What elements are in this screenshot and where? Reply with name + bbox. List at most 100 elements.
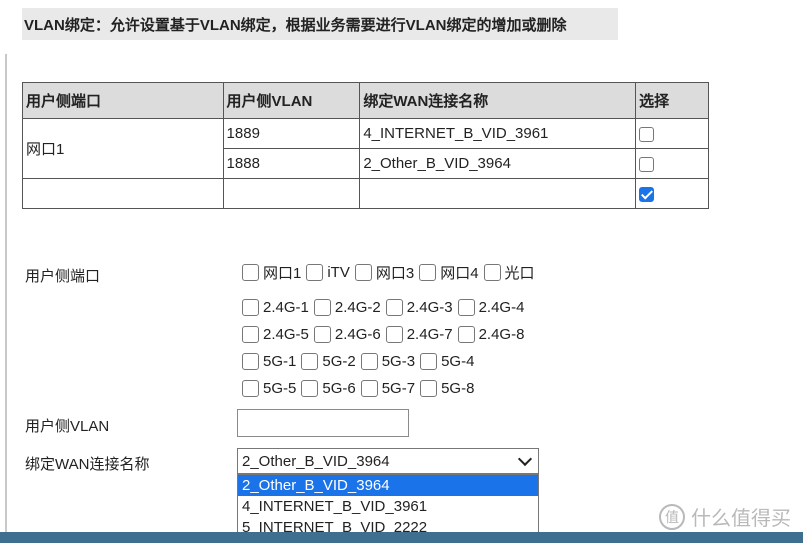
port-option-checkbox[interactable] bbox=[420, 380, 438, 397]
port-option[interactable]: 5G-7 bbox=[360, 380, 416, 397]
vlan-input[interactable] bbox=[237, 409, 409, 437]
column-header-wan: 绑定WAN连接名称 bbox=[359, 82, 637, 119]
vlan-label: 用户侧VLAN bbox=[25, 418, 110, 435]
port-option-label: 2.4G-5 bbox=[263, 326, 309, 343]
port-option-label: 5G-8 bbox=[441, 380, 475, 397]
port-option-row: 2.4G-1 2.4G-2 2.4G-3 2.4G-4 bbox=[242, 299, 529, 316]
vlan-binding-table: 用户侧端口 用户侧VLAN 绑定WAN连接名称 选择 网口1 1889 4_IN… bbox=[22, 82, 709, 209]
port-option-checkbox[interactable] bbox=[242, 353, 259, 370]
port-option-checkbox[interactable] bbox=[242, 326, 259, 343]
port-option-label: 2.4G-2 bbox=[334, 299, 381, 316]
port-option-label: 2.4G-1 bbox=[263, 299, 309, 316]
port-option[interactable]: 5G-1 bbox=[242, 353, 296, 370]
port-option-checkbox[interactable] bbox=[301, 353, 319, 370]
port-option[interactable]: 2.4G-6 bbox=[313, 326, 381, 343]
port-option-label: 5G-5 bbox=[263, 380, 297, 397]
cell-select bbox=[635, 178, 709, 209]
bottom-bar bbox=[0, 532, 803, 543]
port-option[interactable]: 5G-6 bbox=[301, 380, 356, 397]
cell-wan: 2_Other_B_VID_3964 bbox=[359, 148, 637, 179]
port-option[interactable]: 5G-8 bbox=[420, 380, 474, 397]
port-option-checkbox[interactable] bbox=[420, 353, 438, 370]
watermark-text: 什么值得买 bbox=[691, 506, 791, 530]
watermark: 值 什么值得买 bbox=[659, 502, 791, 531]
table-row bbox=[22, 178, 709, 209]
port-option-row: 5G-5 5G-6 5G-7 5G-8 bbox=[242, 380, 479, 397]
cell-vlan: 1889 bbox=[222, 118, 361, 149]
port-option[interactable]: 网口1 bbox=[242, 262, 301, 283]
port-option-label: 光口 bbox=[504, 265, 535, 282]
cell-wan bbox=[359, 178, 637, 209]
port-option-label: 网口3 bbox=[375, 265, 415, 282]
port-option[interactable]: 2.4G-5 bbox=[242, 326, 309, 343]
dropdown-option[interactable]: 2_Other_B_VID_3964 bbox=[238, 475, 538, 496]
port-option-label: 网口1 bbox=[263, 265, 302, 282]
wan-label: 绑定WAN连接名称 bbox=[25, 456, 150, 473]
wan-select-value: 2_Other_B_VID_3964 bbox=[242, 452, 390, 470]
port-option-checkbox[interactable] bbox=[354, 264, 372, 281]
port-option-label: 5G-4 bbox=[441, 353, 475, 370]
port-option-label: 网口4 bbox=[440, 265, 479, 282]
port-option-label: 5G-1 bbox=[263, 353, 297, 370]
port-option-checkbox[interactable] bbox=[313, 326, 331, 343]
row-select-checkbox[interactable] bbox=[639, 126, 655, 142]
port-option[interactable]: 2.4G-7 bbox=[385, 326, 453, 343]
port-option-checkbox[interactable] bbox=[457, 299, 475, 316]
dropdown-option[interactable]: 4_INTERNET_B_VID_3961 bbox=[238, 496, 538, 517]
page-header: VLAN绑定：允许设置基于VLAN绑定，根据业务需要进行VLAN绑定的增加或删除 bbox=[22, 8, 618, 40]
cell-vlan bbox=[222, 178, 361, 209]
row-select-checkbox[interactable] bbox=[639, 186, 655, 202]
cell-vlan: 1888 bbox=[222, 148, 361, 179]
watermark-logo-icon: 值 bbox=[659, 503, 685, 530]
port-option[interactable]: 2.4G-3 bbox=[385, 299, 453, 316]
cell-port bbox=[22, 178, 224, 209]
row-select-checkbox[interactable] bbox=[639, 156, 655, 172]
port-option-label: 2.4G-3 bbox=[406, 299, 453, 316]
port-option-label: 5G-6 bbox=[322, 380, 356, 397]
page-title: VLAN绑定：允许设置基于VLAN绑定，根据业务需要进行VLAN绑定的增加或删除 bbox=[24, 16, 567, 34]
cell-select bbox=[635, 148, 709, 179]
cell-select bbox=[635, 118, 709, 149]
port-option[interactable]: 网口4 bbox=[419, 262, 479, 283]
port-option-checkbox[interactable] bbox=[313, 299, 331, 316]
port-option-label: 5G-7 bbox=[381, 380, 416, 397]
port-option-checkbox[interactable] bbox=[242, 380, 259, 397]
port-option[interactable]: 5G-5 bbox=[242, 380, 296, 397]
port-option[interactable]: iTV bbox=[306, 264, 350, 281]
port-option-checkbox[interactable] bbox=[242, 299, 259, 316]
port-option-row: 2.4G-5 2.4G-6 2.4G-7 2.4G-8 bbox=[242, 326, 529, 343]
port-option-checkbox[interactable] bbox=[301, 380, 319, 397]
port-option[interactable]: 5G-2 bbox=[301, 353, 356, 370]
wan-select[interactable]: 2_Other_B_VID_3964 bbox=[237, 448, 539, 474]
port-option-label: 2.4G-8 bbox=[478, 326, 525, 343]
port-option-checkbox[interactable] bbox=[385, 326, 403, 343]
port-option-checkbox[interactable] bbox=[483, 264, 501, 281]
table-row: 网口1 1889 4_INTERNET_B_VID_3961 bbox=[22, 118, 709, 179]
port-option-checkbox[interactable] bbox=[457, 326, 475, 343]
port-option-checkbox[interactable] bbox=[360, 353, 378, 370]
port-option[interactable]: 网口3 bbox=[354, 262, 415, 283]
column-header-port: 用户侧端口 bbox=[22, 82, 224, 119]
port-option-checkbox[interactable] bbox=[385, 299, 403, 316]
port-option-row: 5G-1 5G-2 5G-3 5G-4 bbox=[242, 353, 479, 370]
port-option-label: iTV bbox=[327, 264, 350, 281]
port-option[interactable]: 光口 bbox=[483, 262, 535, 283]
port-option-label: 2.4G-7 bbox=[406, 326, 453, 343]
chevron-down-icon bbox=[517, 451, 533, 467]
cell-wan: 4_INTERNET_B_VID_3961 bbox=[359, 118, 637, 149]
port-option[interactable]: 2.4G-2 bbox=[313, 299, 381, 316]
port-option[interactable]: 5G-4 bbox=[420, 353, 474, 370]
left-divider bbox=[5, 54, 7, 543]
port-option-checkbox[interactable] bbox=[306, 264, 324, 281]
port-option-checkbox[interactable] bbox=[242, 264, 259, 281]
port-option[interactable]: 5G-3 bbox=[360, 353, 415, 370]
port-label: 用户侧端口 bbox=[25, 268, 101, 285]
column-header-select: 选择 bbox=[635, 82, 709, 119]
port-option-checkbox[interactable] bbox=[419, 264, 437, 281]
port-option[interactable]: 2.4G-1 bbox=[242, 299, 309, 316]
cell-port: 网口1 bbox=[22, 118, 224, 179]
port-option[interactable]: 2.4G-8 bbox=[457, 326, 525, 343]
port-option-checkbox[interactable] bbox=[360, 380, 378, 397]
port-option[interactable]: 2.4G-4 bbox=[457, 299, 524, 316]
port-option-label: 5G-2 bbox=[322, 353, 356, 370]
